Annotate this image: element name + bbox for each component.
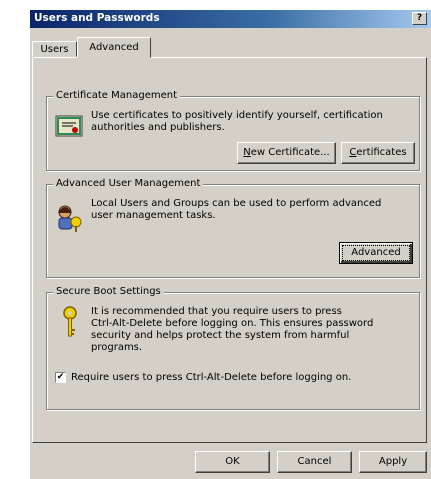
- group-title: Certificate Management: [53, 90, 180, 101]
- ok-button[interactable]: OK: [195, 451, 270, 473]
- title-bar: Users and Passwords ?: [30, 10, 431, 28]
- button-label: ertificates: [356, 147, 407, 158]
- cert-description-line1: Use certificates to positively identify …: [91, 110, 383, 121]
- secure-boot-settings-group: Secure Boot Settings It is recommended t…: [46, 286, 420, 410]
- cancel-button[interactable]: Cancel: [277, 451, 352, 473]
- access-key: N: [243, 147, 251, 158]
- users-passwords-dialog: Users and Passwords ? Users Advanced Cer…: [30, 10, 431, 479]
- cert-description-line2: authorities and publishers.: [91, 122, 225, 133]
- advanced-button[interactable]: Advanced: [339, 242, 413, 264]
- advanced-user-management-group: Advanced User Management Local Users and…: [46, 178, 420, 278]
- apply-button[interactable]: Apply: [359, 451, 427, 473]
- require-ctrl-alt-delete-checkbox[interactable]: ✔: [55, 372, 66, 383]
- new-certificate-button[interactable]: New Certificate...: [237, 142, 336, 164]
- adv-description-line1: Local Users and Groups can be used to pe…: [91, 198, 382, 209]
- boot-description-line3: security and helps protect the system fr…: [91, 330, 350, 341]
- require-ctrl-alt-delete-label[interactable]: Require users to press Ctrl-Alt-Delete b…: [71, 372, 351, 384]
- certificate-icon: [55, 115, 83, 137]
- tab-users[interactable]: Users: [32, 41, 77, 57]
- boot-description-line1: It is recommended that you require users…: [91, 306, 342, 317]
- boot-description-line4: programs.: [91, 342, 143, 353]
- window-title: Users and Passwords: [34, 12, 160, 24]
- tab-advanced[interactable]: Advanced: [77, 37, 151, 58]
- help-button[interactable]: ?: [412, 12, 427, 25]
- group-title: Advanced User Management: [53, 178, 204, 189]
- adv-description-line2: user management tasks.: [91, 210, 216, 221]
- certificates-button[interactable]: Certificates: [341, 142, 415, 164]
- users-key-icon: [58, 205, 82, 232]
- group-title: Secure Boot Settings: [53, 286, 164, 297]
- advanced-panel: Certificate Management Use certificates …: [32, 57, 427, 443]
- boot-description-line2: Ctrl-Alt-Delete before logging on. This …: [91, 318, 374, 329]
- key-icon: [63, 306, 77, 337]
- button-label: ew Certificate...: [250, 147, 330, 158]
- certificate-management-group: Certificate Management Use certificates …: [46, 90, 420, 171]
